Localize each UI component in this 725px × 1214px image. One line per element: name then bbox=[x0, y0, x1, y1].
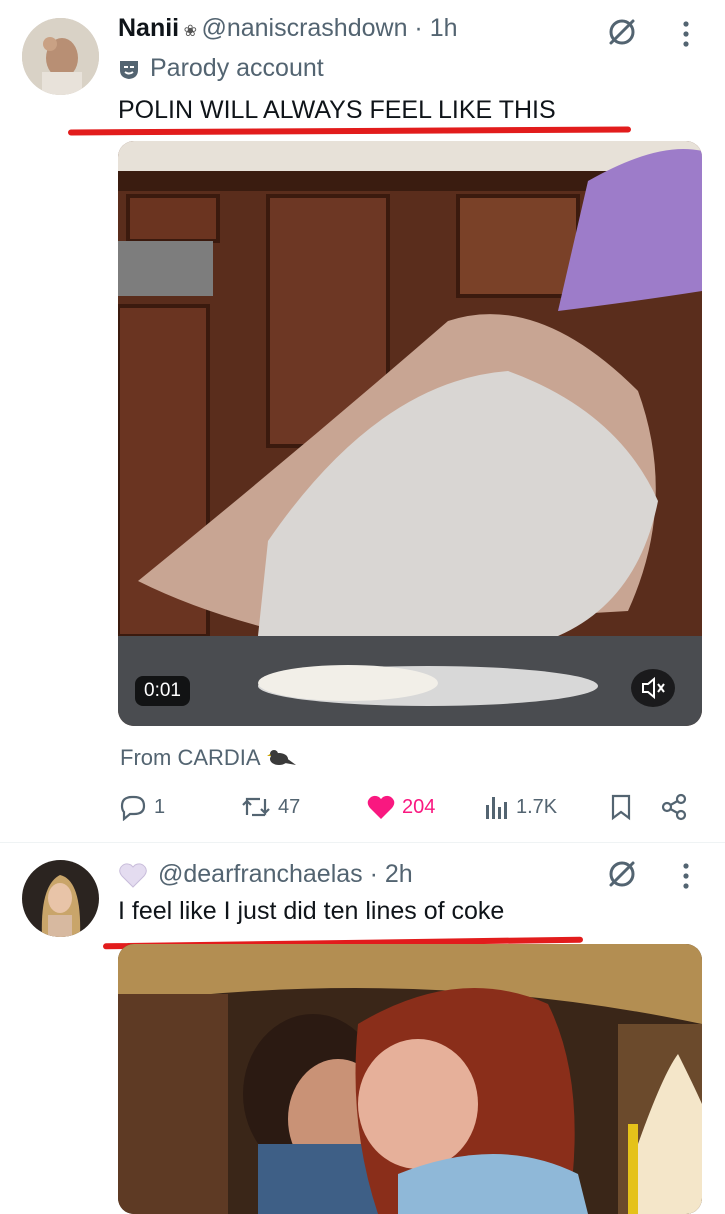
views-icon bbox=[484, 793, 510, 821]
bow-emoji-icon: ❀ bbox=[183, 23, 197, 40]
parody-label: Parody account bbox=[150, 54, 324, 82]
heart-icon bbox=[366, 793, 396, 821]
image-frame bbox=[118, 944, 702, 1214]
repost-button[interactable]: 47 bbox=[240, 793, 300, 821]
video-timestamp: 0:01 bbox=[135, 676, 190, 706]
video-player[interactable]: 0:01 bbox=[118, 141, 702, 726]
like-button[interactable]: 204 bbox=[366, 793, 435, 821]
heart-emoji-icon bbox=[118, 861, 148, 889]
parody-mask-icon bbox=[118, 58, 140, 80]
video-frame bbox=[118, 141, 702, 726]
tweet-text: I feel like I just did ten lines of coke bbox=[118, 897, 505, 925]
tweet-divider bbox=[0, 842, 725, 843]
tweet-image[interactable] bbox=[118, 944, 702, 1214]
from-label[interactable]: From CARDIA bbox=[120, 745, 261, 771]
grok-icon[interactable] bbox=[606, 858, 638, 890]
display-name[interactable]: Nanii bbox=[118, 14, 179, 42]
reply-button[interactable]: 1 bbox=[118, 793, 165, 821]
more-icon[interactable] bbox=[680, 18, 692, 50]
share-icon[interactable] bbox=[660, 793, 688, 821]
avatar[interactable] bbox=[22, 860, 99, 937]
more-icon[interactable] bbox=[680, 860, 692, 892]
tweet-text: POLIN WILL ALWAYS FEEL LIKE THIS bbox=[118, 96, 556, 124]
grok-icon[interactable] bbox=[606, 16, 638, 48]
reply-icon bbox=[118, 793, 148, 821]
view-count: 1.7K bbox=[516, 795, 558, 818]
bookmark-icon[interactable] bbox=[608, 793, 634, 821]
bird-icon bbox=[266, 745, 297, 771]
repost-count: 47 bbox=[278, 795, 301, 818]
annotation-underline bbox=[67, 126, 632, 136]
mute-icon[interactable] bbox=[631, 669, 675, 707]
avatar[interactable] bbox=[22, 18, 99, 95]
handle-time[interactable]: @naniscrashdown · 1h bbox=[201, 14, 457, 42]
reply-count: 1 bbox=[154, 795, 166, 818]
repost-icon bbox=[240, 793, 272, 821]
like-count: 204 bbox=[402, 795, 436, 818]
handle-time[interactable]: @dearfranchaelas · 2h bbox=[158, 860, 413, 889]
views-button[interactable]: 1.7K bbox=[484, 793, 557, 821]
